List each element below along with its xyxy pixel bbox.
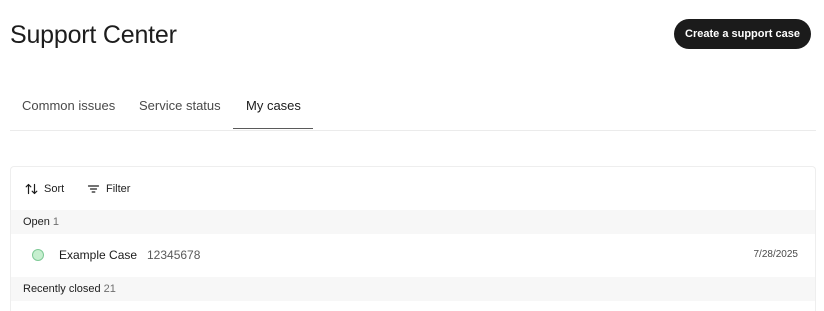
tab-my-cases[interactable]: My cases — [233, 88, 313, 129]
page-title: Support Center — [10, 21, 177, 49]
create-support-case-button[interactable]: Create a support case — [674, 19, 811, 49]
group-header-recently-closed[interactable]: Recently closed 21 — [11, 277, 815, 301]
filter-label: Filter — [106, 183, 131, 195]
tab-bar: Common issues Service status My cases — [10, 88, 816, 131]
cases-toolbar: Sort Filter — [11, 167, 815, 210]
sort-button[interactable]: Sort — [25, 180, 64, 198]
support-center-page: Support Center Create a support case Com… — [0, 0, 824, 311]
tab-service-status[interactable]: Service status — [139, 88, 221, 129]
case-id: 12345678 — [147, 248, 201, 262]
group-label-open: Open — [23, 216, 50, 228]
sort-arrows-icon — [25, 183, 44, 195]
sort-label: Sort — [44, 183, 65, 195]
group-count-recently-closed: 21 — [103, 283, 116, 295]
case-row[interactable]: Example Case 12345678 7/28/2025 — [11, 234, 815, 276]
group-header-open: Open 1 — [11, 210, 815, 234]
group-label-recently-closed: Recently closed — [23, 283, 101, 295]
filter-button[interactable]: Filter — [87, 180, 130, 198]
tab-common-issues[interactable]: Common issues — [22, 88, 115, 129]
case-title: Example Case — [59, 248, 138, 262]
case-date: 7/28/2025 — [753, 249, 799, 260]
cases-panel: Sort Filter Open1 Example Case 12345678 — [10, 166, 816, 311]
group-count-open: 1 — [52, 216, 60, 228]
status-open-icon — [32, 249, 44, 261]
filter-lines-icon — [87, 183, 106, 195]
